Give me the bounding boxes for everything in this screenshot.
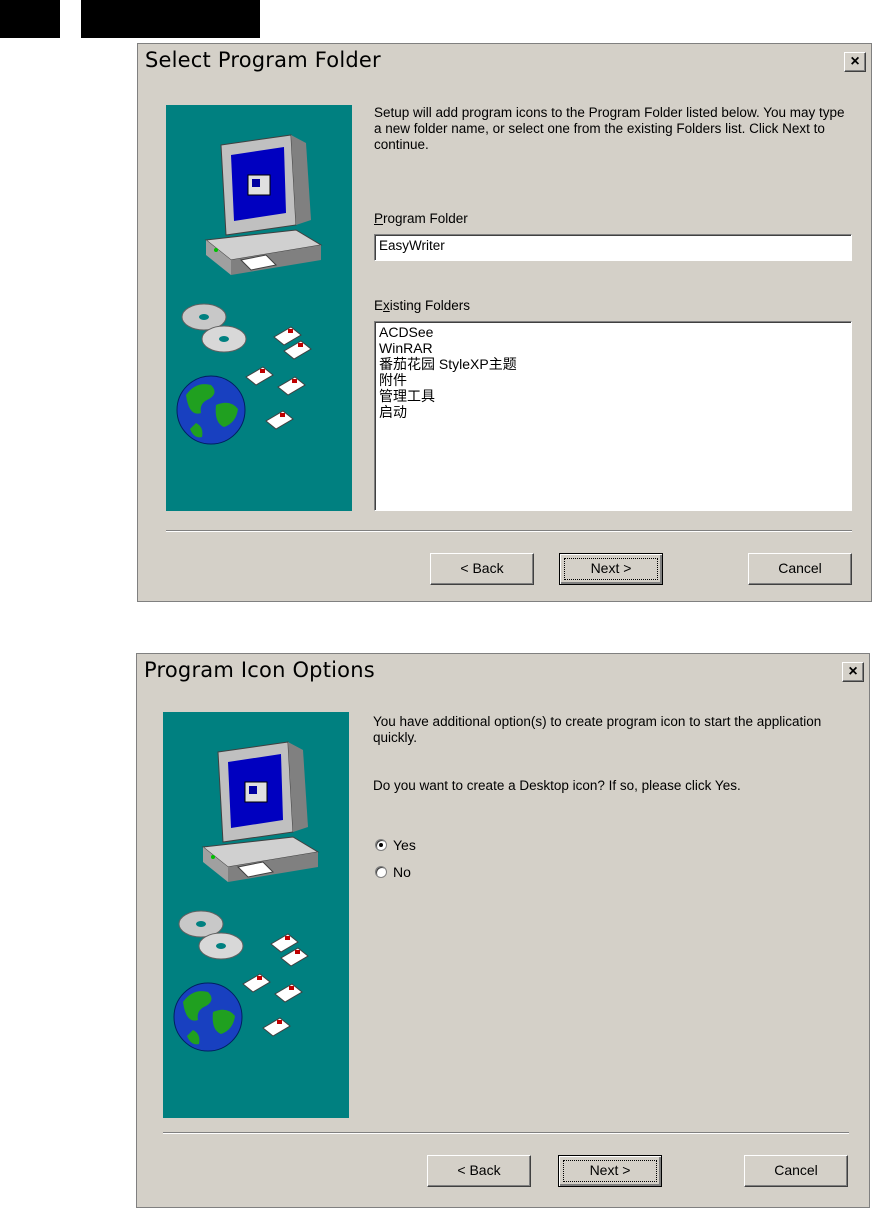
black-bar-left (0, 0, 60, 38)
existing-folders-list[interactable]: ACDSee WinRAR 番茄花园 StyleXP主题 附件 管理工具 启动 (374, 321, 852, 511)
separator (166, 530, 852, 532)
list-item[interactable]: ACDSee (379, 324, 847, 340)
computer-disks-globe-illustration (176, 134, 323, 445)
radio-no[interactable]: No (375, 864, 411, 880)
title-bar: Program Icon Options × (138, 655, 868, 688)
separator (163, 1132, 849, 1134)
program-folder-label: Program Folder (374, 211, 468, 226)
dialog-title: Program Icon Options (144, 658, 375, 682)
next-button[interactable]: Next > (559, 553, 663, 585)
list-item[interactable]: 启动 (379, 404, 847, 420)
program-folder-input[interactable]: EasyWriter (374, 234, 852, 261)
folder-description: Setup will add program icons to the Prog… (374, 105, 845, 152)
list-item[interactable]: 管理工具 (379, 388, 847, 404)
close-button[interactable]: × (842, 662, 864, 682)
back-button[interactable]: < Back (427, 1155, 531, 1187)
cancel-button[interactable]: Cancel (748, 553, 852, 585)
icon-options-description: You have additional option(s) to create … (373, 714, 822, 745)
back-button[interactable]: < Back (430, 553, 534, 585)
setup-illustration-panel (163, 712, 349, 1118)
list-item[interactable]: 番茄花园 StyleXP主题 (379, 356, 847, 372)
radio-unchecked-icon[interactable] (375, 866, 387, 878)
setup-illustration-panel (166, 105, 352, 511)
existing-folders-label: Existing Folders (374, 298, 471, 313)
dialog-title: Select Program Folder (145, 48, 381, 72)
computer-disks-globe-illustration (173, 741, 320, 1052)
program-icon-options-dialog: Program Icon Options × You have addition… (136, 653, 870, 1208)
next-button[interactable]: Next > (558, 1155, 662, 1187)
black-bar-right (81, 0, 260, 38)
close-button[interactable]: × (844, 52, 866, 72)
title-bar: Select Program Folder × (139, 45, 870, 78)
radio-checked-icon[interactable] (375, 839, 387, 851)
radio-yes[interactable]: Yes (375, 837, 416, 853)
list-item[interactable]: 附件 (379, 372, 847, 388)
list-item[interactable]: WinRAR (379, 340, 847, 356)
desktop-icon-question: Do you want to create a Desktop icon? If… (373, 778, 741, 793)
select-program-folder-dialog: Select Program Folder × Setup will add p… (137, 43, 872, 602)
cancel-button[interactable]: Cancel (744, 1155, 848, 1187)
